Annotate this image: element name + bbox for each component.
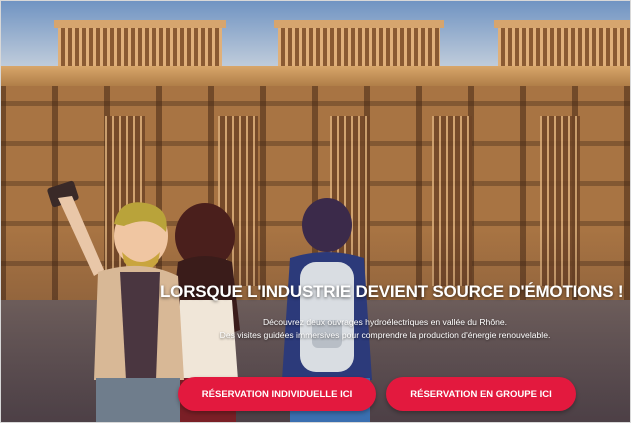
hero-subline-2: Des visites guidées immersives pour comp… bbox=[219, 330, 551, 340]
hero-subline-1: Découvrez deux ouvrages hydroélectriques… bbox=[262, 317, 508, 327]
cartoon-visitors-illustration bbox=[47, 180, 372, 423]
individual-booking-button[interactable]: RÉSERVATION INDIVIDUELLE ICI bbox=[178, 377, 376, 411]
hero-banner: LORSQUE L'INDUSTRIE DEVIENT SOURCE D'ÉMO… bbox=[0, 0, 631, 423]
hero-headline: LORSQUE L'INDUSTRIE DEVIENT SOURCE D'ÉMO… bbox=[160, 282, 624, 301]
hero-description: Découvrez deux ouvrages hydroélectriques… bbox=[160, 316, 610, 342]
hero-text: LORSQUE L'INDUSTRIE DEVIENT SOURCE D'ÉMO… bbox=[160, 282, 624, 342]
group-booking-button[interactable]: RÉSERVATION EN GROUPE ICI bbox=[386, 377, 576, 411]
